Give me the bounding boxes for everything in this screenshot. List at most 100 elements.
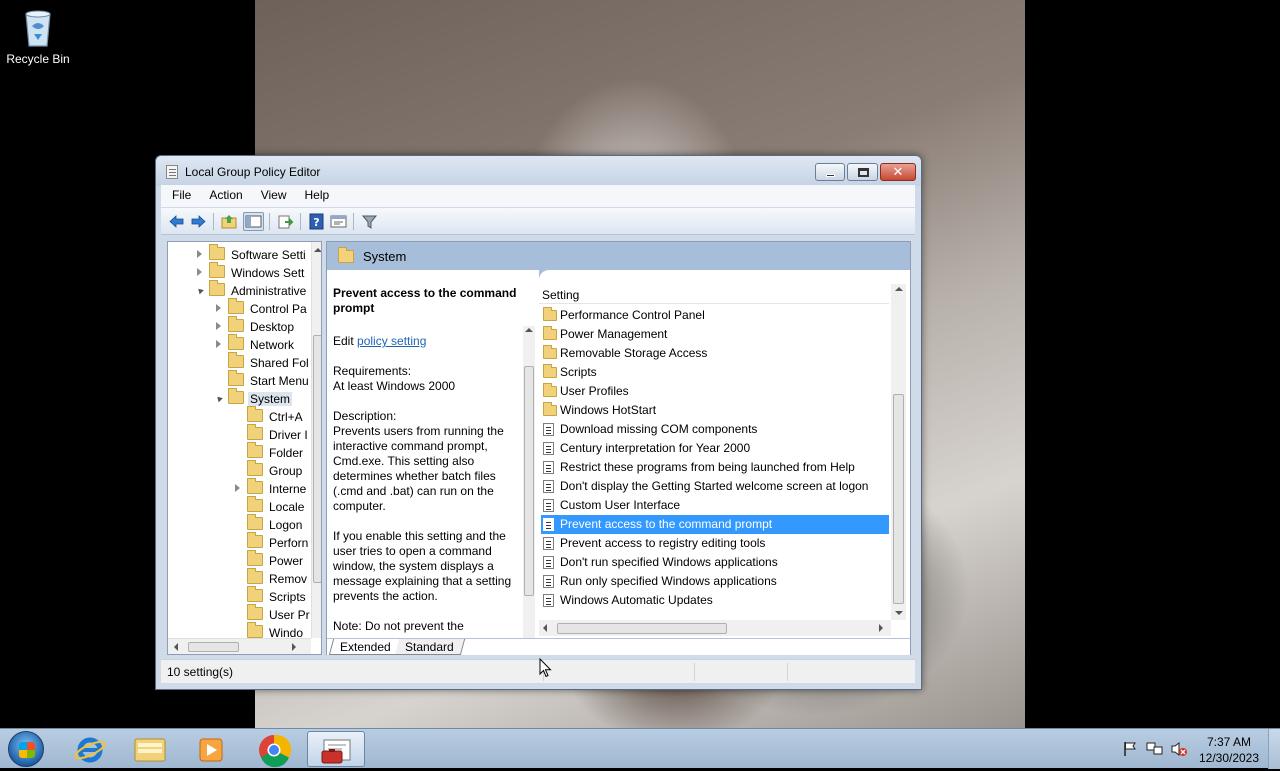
scroll-down-icon[interactable] bbox=[895, 611, 903, 615]
action-center-flag-icon[interactable] bbox=[1122, 741, 1138, 760]
description-scrollbar[interactable] bbox=[523, 326, 535, 638]
list-header-band bbox=[539, 270, 910, 284]
collapsed-arrow-icon[interactable] bbox=[235, 484, 240, 492]
up-folder-icon[interactable] bbox=[221, 213, 238, 230]
policy-setting-icon bbox=[543, 518, 554, 531]
export-list-icon[interactable] bbox=[277, 213, 294, 230]
policy-setting-icon bbox=[543, 537, 554, 550]
recycle-bin-shortcut[interactable]: Recycle Bin bbox=[2, 6, 74, 66]
list-item-setting[interactable]: Don't run specified Windows applications bbox=[541, 553, 889, 572]
list-item-label: Power Management bbox=[560, 327, 668, 341]
minimize-button[interactable] bbox=[815, 163, 845, 181]
scroll-right-icon[interactable] bbox=[292, 643, 296, 651]
expanded-arrow-icon[interactable] bbox=[215, 394, 223, 403]
maximize-button[interactable] bbox=[847, 163, 878, 181]
menu-action[interactable]: Action bbox=[198, 185, 249, 202]
properties-icon[interactable] bbox=[330, 213, 347, 230]
view-tabs: Extended Standard bbox=[327, 638, 910, 655]
forward-arrow-icon[interactable] bbox=[190, 213, 207, 230]
title-bar[interactable]: Local Group Policy Editor ✕ bbox=[156, 156, 921, 186]
tree-item-label: Ctrl+A bbox=[269, 410, 303, 424]
show-hide-tree-icon[interactable] bbox=[243, 212, 264, 231]
tree-item-label: Perforn bbox=[269, 536, 309, 550]
collapsed-arrow-icon[interactable] bbox=[216, 304, 221, 312]
setting-title: Prevent access to the command prompt bbox=[333, 286, 517, 315]
description-label: Description: bbox=[333, 409, 397, 423]
system-clock[interactable]: 7:37 AM 12/30/2023 bbox=[1196, 734, 1262, 766]
scroll-up-icon[interactable] bbox=[895, 287, 903, 291]
list-item-setting[interactable]: Century interpretation for Year 2000 bbox=[541, 439, 889, 458]
menu-view[interactable]: View bbox=[250, 185, 294, 202]
volume-muted-icon[interactable] bbox=[1170, 741, 1188, 760]
list-item-folder[interactable]: User Profiles bbox=[541, 382, 889, 401]
policy-setting-link[interactable]: policy setting bbox=[357, 334, 426, 348]
list-item-setting[interactable]: Windows Automatic Updates bbox=[541, 591, 889, 610]
network-icon[interactable] bbox=[1146, 741, 1164, 760]
list-item-setting[interactable]: Run only specified Windows applications bbox=[541, 572, 889, 591]
start-button[interactable] bbox=[8, 731, 44, 767]
tree-vertical-scrollbar[interactable] bbox=[311, 242, 321, 638]
filter-icon[interactable] bbox=[361, 213, 378, 230]
list-item-folder[interactable]: Scripts bbox=[541, 363, 889, 382]
list-item-setting[interactable]: Download missing COM components bbox=[541, 420, 889, 439]
list-item-setting[interactable]: Don't display the Getting Started welcom… bbox=[541, 477, 889, 496]
scroll-thumb[interactable] bbox=[313, 335, 321, 583]
close-button[interactable]: ✕ bbox=[880, 163, 916, 181]
taskbar-app-media-player[interactable] bbox=[182, 731, 240, 767]
list-item-setting[interactable]: Custom User Interface bbox=[541, 496, 889, 515]
list-vertical-scrollbar[interactable] bbox=[891, 284, 906, 620]
taskbar-app-file-explorer[interactable] bbox=[121, 731, 179, 767]
scroll-thumb[interactable] bbox=[893, 394, 904, 604]
collapsed-arrow-icon[interactable] bbox=[216, 322, 221, 330]
scroll-thumb[interactable] bbox=[524, 366, 534, 596]
menu-help[interactable]: Help bbox=[294, 185, 337, 202]
taskbar: 7:37 AM 12/30/2023 bbox=[0, 728, 1280, 769]
scroll-left-icon[interactable] bbox=[543, 624, 547, 632]
tab-standard[interactable]: Standard bbox=[394, 639, 465, 655]
list-horizontal-scrollbar[interactable] bbox=[539, 620, 891, 636]
taskbar-app-group-policy-editor[interactable] bbox=[307, 731, 365, 767]
tree-item-label: Scripts bbox=[269, 590, 306, 604]
expanded-arrow-icon[interactable] bbox=[196, 286, 204, 295]
list-item-folder[interactable]: Power Management bbox=[541, 325, 889, 344]
show-desktop-button[interactable] bbox=[1268, 729, 1280, 769]
folder-icon bbox=[228, 334, 244, 350]
windows-logo-icon bbox=[19, 742, 35, 758]
scroll-up-icon[interactable] bbox=[525, 328, 533, 332]
menu-file[interactable]: File bbox=[161, 185, 198, 202]
collapsed-arrow-icon[interactable] bbox=[197, 268, 202, 276]
folder-icon bbox=[228, 298, 244, 314]
help-icon[interactable]: ? bbox=[308, 213, 325, 230]
back-arrow-icon[interactable] bbox=[168, 213, 185, 230]
status-bar: 10 setting(s) bbox=[161, 659, 915, 683]
toolbar-separator bbox=[213, 213, 214, 230]
tree-item-label: Group bbox=[269, 464, 303, 478]
tab-extended[interactable]: Extended bbox=[328, 639, 402, 655]
collapsed-arrow-icon[interactable] bbox=[216, 340, 221, 348]
list-item-folder[interactable]: Removable Storage Access bbox=[541, 344, 889, 363]
taskbar-app-internet-explorer[interactable] bbox=[61, 731, 119, 767]
list-item-folder[interactable]: Performance Control Panel bbox=[541, 306, 889, 325]
scroll-thumb[interactable] bbox=[188, 642, 239, 652]
list-item-setting[interactable]: Restrict these programs from being launc… bbox=[541, 458, 889, 477]
list-item-setting[interactable]: Prevent access to the command prompt bbox=[541, 515, 889, 534]
taskbar-app-chrome[interactable] bbox=[245, 731, 303, 768]
details-header: System bbox=[327, 242, 910, 270]
list-item-label: Century interpretation for Year 2000 bbox=[560, 441, 751, 455]
internet-explorer-icon bbox=[74, 737, 106, 763]
scroll-thumb[interactable] bbox=[557, 623, 727, 634]
collapsed-arrow-icon[interactable] bbox=[197, 250, 202, 258]
scroll-up-icon[interactable] bbox=[314, 248, 321, 252]
list-item-folder[interactable]: Windows HotStart bbox=[541, 401, 889, 420]
navigation-tree[interactable]: Software Setti Windows Sett Administrative… bbox=[167, 241, 322, 655]
folder-icon bbox=[247, 550, 263, 566]
policy-setting-icon bbox=[543, 575, 554, 588]
column-header-setting[interactable]: Setting bbox=[539, 284, 889, 304]
scroll-left-icon[interactable] bbox=[174, 643, 178, 651]
list-item-label: Custom User Interface bbox=[560, 498, 681, 512]
tree-horizontal-scrollbar[interactable] bbox=[168, 638, 311, 654]
policy-setting-icon bbox=[543, 594, 554, 607]
list-item-setting[interactable]: Prevent access to registry editing tools bbox=[541, 534, 889, 553]
scroll-right-icon[interactable] bbox=[879, 624, 883, 632]
requirements-label: Requirements: bbox=[333, 364, 412, 378]
